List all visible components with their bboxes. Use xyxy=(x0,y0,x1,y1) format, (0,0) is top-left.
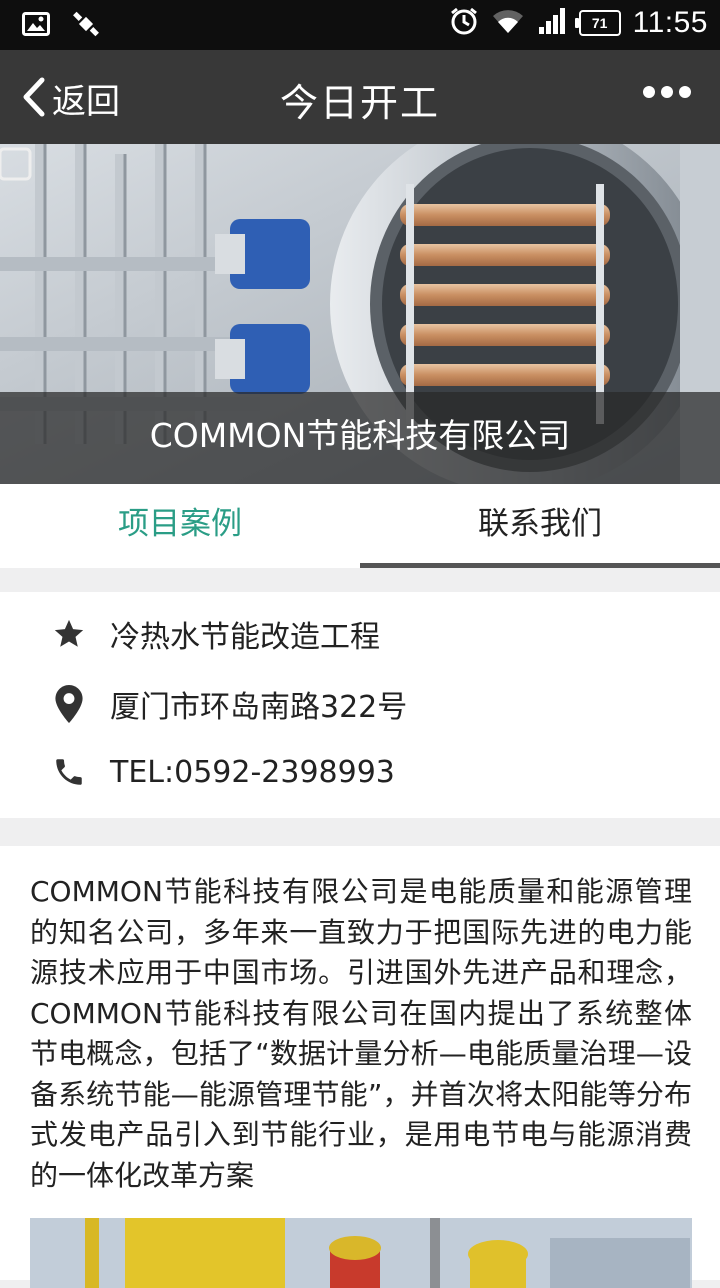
page-title: 今日开工 xyxy=(279,81,440,125)
banner-caption: COMMON节能科技有限公司 xyxy=(0,392,720,484)
tab-bar: 项目案例 联系我们 xyxy=(0,484,720,568)
description-panel: COMMON节能科技有限公司是电能质量和能源管理的知名公司，多年来一直致力于把国… xyxy=(0,846,720,1288)
phone-number: TEL:0592-2398993 xyxy=(110,754,395,790)
project-photo xyxy=(30,1218,692,1288)
location-pin-icon xyxy=(50,684,88,724)
image-notification-icon xyxy=(22,12,50,40)
more-dots-icon xyxy=(642,84,692,103)
tab-contact-us[interactable]: 联系我们 xyxy=(360,484,720,568)
project-name: 冷热水节能改造工程 xyxy=(110,620,380,655)
tab-project-cases[interactable]: 项目案例 xyxy=(0,484,360,568)
banner-image: COMMON节能科技有限公司 xyxy=(0,144,720,484)
signal-icon xyxy=(537,7,567,39)
project-row: 冷热水节能改造工程 xyxy=(50,608,380,660)
star-icon xyxy=(50,614,88,654)
more-button[interactable] xyxy=(642,84,692,103)
info-panel: 冷热水节能改造工程 厦门市环岛南路322号 TEL:0592-2398993 xyxy=(0,592,720,818)
status-bar: 71 11:55 xyxy=(0,0,720,50)
address-row: 厦门市环岛南路322号 xyxy=(50,678,407,730)
battery-icon: 71 xyxy=(574,10,621,36)
gas-tanks-illustration xyxy=(30,1218,692,1288)
alarm-icon xyxy=(449,6,479,40)
title-bar: 返回 今日开工 xyxy=(0,50,720,144)
phone-row[interactable]: TEL:0592-2398993 xyxy=(50,746,395,798)
address-text: 厦门市环岛南路322号 xyxy=(110,690,408,725)
clock: 11:55 xyxy=(632,6,708,39)
company-description: COMMON节能科技有限公司是电能质量和能源管理的知名公司，多年来一直致力于把国… xyxy=(30,875,692,1192)
satellite-icon xyxy=(72,10,100,42)
phone-icon xyxy=(50,752,88,792)
wifi-icon xyxy=(491,7,525,39)
